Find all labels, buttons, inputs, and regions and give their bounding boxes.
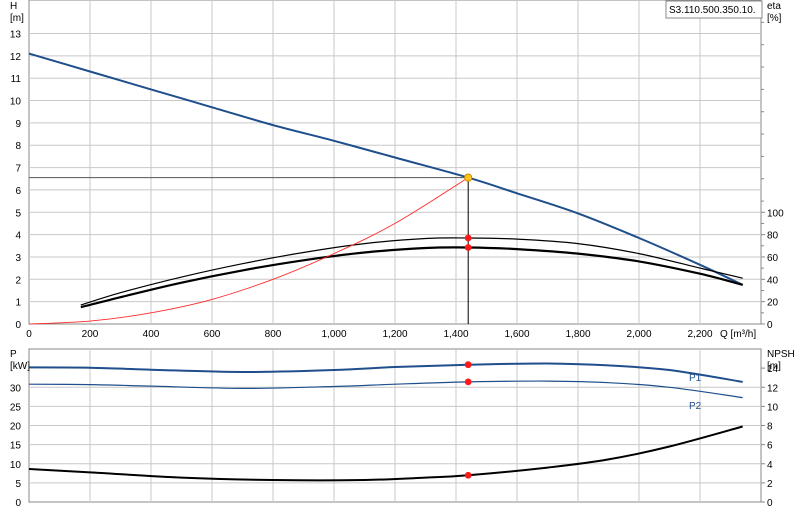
x-tick-label: 1,000 (321, 329, 346, 340)
h-tick-label: 1 (15, 298, 21, 309)
p-tick-label: 5 (15, 479, 21, 490)
h-tick-label: 10 (10, 97, 22, 108)
top-left-axis-unit: [m] (10, 13, 24, 24)
model-label-box: S3.110.500.350.10. (665, 0, 763, 19)
p-tick-label: 15 (10, 441, 22, 452)
bottom-left-axis-unit: [kW] (10, 361, 30, 372)
npsh-tick-label: 10 (767, 402, 779, 413)
x-tick-label: 1,400 (443, 329, 468, 340)
p2-power-curve (28, 380, 743, 399)
npsh-tick-label: 8 (767, 422, 773, 433)
top-left-axis-title: H (10, 1, 17, 12)
bottom-right-axis-unit: [m] (767, 361, 781, 372)
eta-upper-marker (464, 234, 472, 242)
h-tick-label: 5 (15, 208, 21, 219)
eta-tick-label: 100 (767, 208, 784, 219)
x-tick-label: 1,800 (565, 329, 590, 340)
h-tick-label: 0 (15, 320, 21, 331)
bottom-left-axis-title: P (10, 349, 17, 360)
eta-tick-label: 20 (767, 298, 779, 309)
p1-duty-marker (464, 361, 472, 369)
p-tick-label: 10 (10, 460, 22, 471)
npsh-tick-label: 4 (767, 460, 773, 471)
eta-tick-label: 60 (767, 253, 779, 264)
h-tick-label: 8 (15, 141, 21, 152)
p2-series-label: P2 (689, 401, 702, 412)
x-tick-label: 0 (26, 329, 32, 340)
p-tick-label: 20 (10, 422, 22, 433)
p-tick-label: 25 (10, 402, 22, 413)
top-right-axis-title: eta (767, 1, 781, 12)
p1-power-curve (28, 362, 743, 383)
p-tick-label: 30 (10, 383, 22, 394)
pump-curve-chart: 0 200 400 600 800 1,000 1,200 1,400 1,600 1,800 2,… (0, 0, 800, 520)
eta-tick-label: 40 (767, 275, 779, 286)
p1-series-label: P1 (689, 373, 702, 384)
h-tick-label: 7 (15, 164, 21, 175)
p2-duty-marker (464, 378, 472, 386)
axis-labels-layer: H [m] eta [%] Q [m³/h] P [kW] NPSH [m] P… (10, 1, 795, 412)
model-label: S3.110.500.350.10. (669, 5, 756, 16)
top-right-axis-unit: [%] (767, 13, 782, 24)
bottom-panel-grid: 05101520253002468101214 (10, 348, 779, 509)
x-tick-label: 2,000 (626, 329, 651, 340)
x-tick-label: 600 (204, 329, 221, 340)
eta-lower-marker (464, 244, 472, 251)
eta-tick-label: 0 (767, 320, 773, 331)
duty-point-marker (464, 173, 473, 182)
x-tick-label: 1,600 (504, 329, 529, 340)
h-tick-label: 9 (15, 119, 21, 130)
npsh-tick-label: 0 (767, 498, 773, 509)
h-tick-label: 4 (15, 231, 21, 242)
npsh-tick-label: 2 (767, 479, 773, 490)
npsh-curve (28, 425, 743, 482)
curves-layer (28, 52, 744, 482)
p-tick-label: 0 (15, 498, 21, 509)
pump-curve-svg: 0 200 400 600 800 1,000 1,200 1,400 1,600 1,800 2,… (10, 0, 795, 509)
h-tick-label: 12 (10, 52, 22, 63)
x-axis-label: Q [m³/h] (720, 329, 756, 340)
h-tick-label: 13 (10, 30, 22, 41)
h-tick-label: 3 (15, 253, 21, 264)
top-panel-grid: 0 200 400 600 800 1,000 1,200 1,400 1,600 1,800 2,… (10, 0, 784, 340)
bottom-right-axis-title: NPSH (767, 349, 795, 360)
x-tick-label: 200 (82, 329, 99, 340)
npsh-duty-marker (464, 471, 472, 479)
h-tick-label: 2 (15, 275, 21, 286)
h-tick-label: 11 (11, 74, 22, 85)
eta-tick-label: 80 (767, 231, 779, 242)
x-tick-label: 400 (143, 329, 160, 340)
npsh-tick-label: 6 (767, 441, 773, 452)
x-tick-label: 800 (265, 329, 282, 340)
x-tick-label: 1,200 (382, 329, 407, 340)
npsh-tick-label: 12 (767, 383, 779, 394)
h-tick-label: 6 (15, 186, 21, 197)
x-tick-label: 2,200 (687, 329, 712, 340)
